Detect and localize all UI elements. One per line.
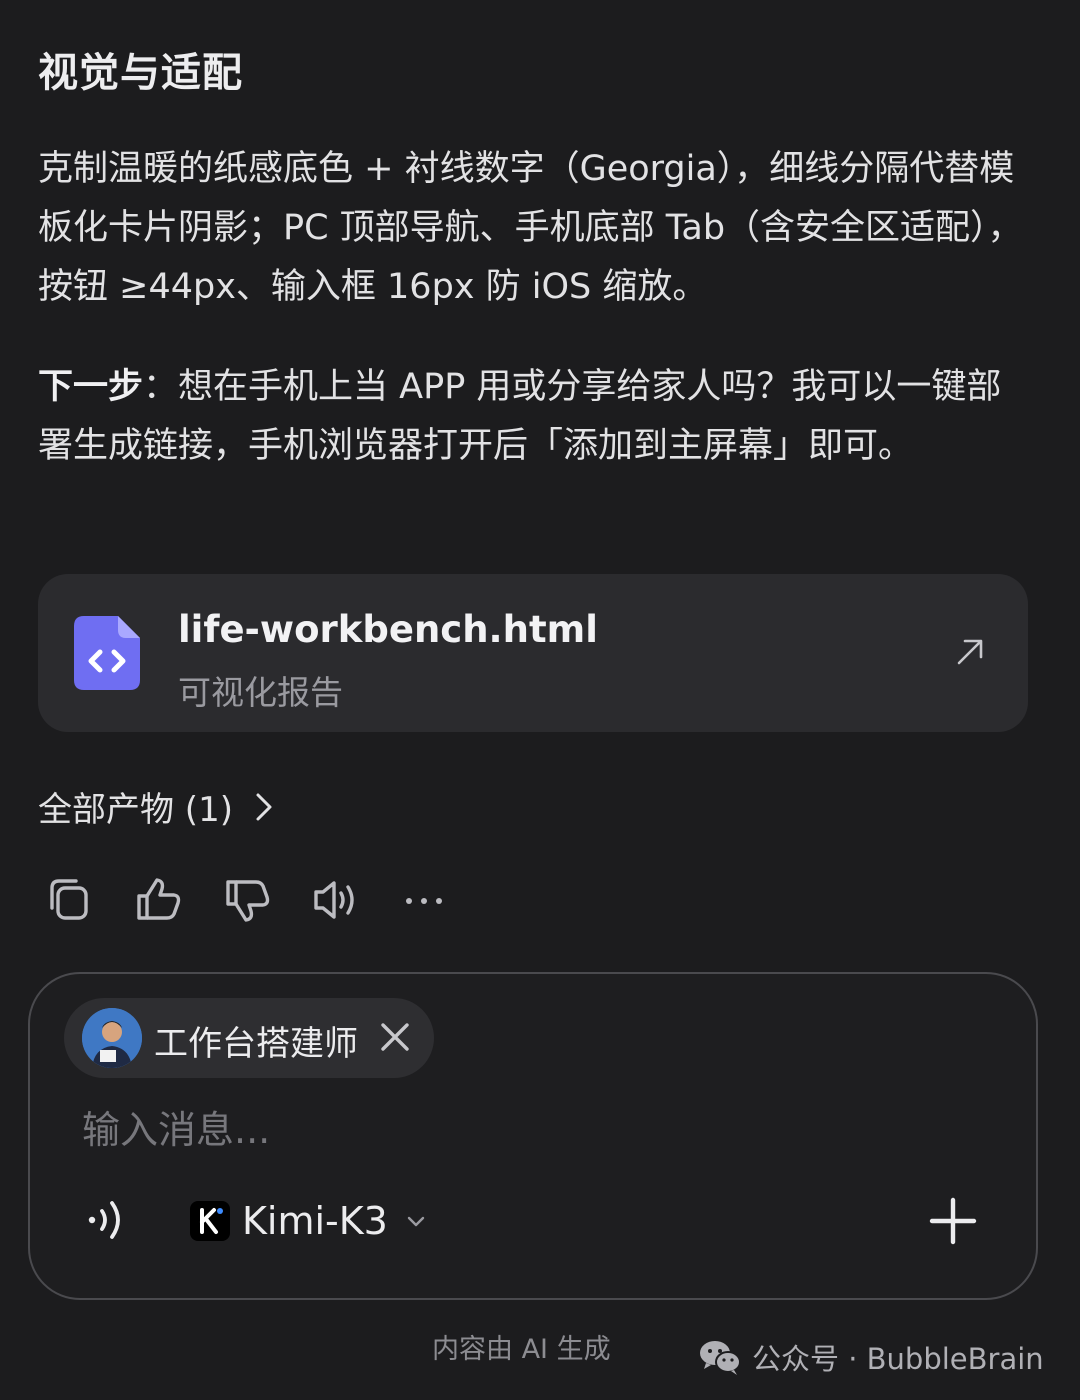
watermark: 公众号 · BubbleBrain [698, 1336, 1044, 1378]
all-artifacts-label: 全部产物 (1) [38, 790, 233, 830]
message-input[interactable] [82, 1098, 962, 1162]
next-step-paragraph: 下一步：想在手机上当 APP 用或分享给家人吗？我可以一键部署生成链接，手机浏览… [38, 358, 1028, 476]
agent-name: 工作台搭建师 [154, 1024, 358, 1064]
all-artifacts-link[interactable]: 全部产物 (1) [38, 782, 275, 831]
ai-generated-note: 内容由 AI 生成 [432, 1334, 611, 1365]
voice-icon[interactable] [84, 1194, 130, 1246]
file-card[interactable]: life-workbench.html 可视化报告 [38, 574, 1028, 732]
composer: 工作台搭建师 Kimi-K3 [28, 972, 1038, 1300]
description-paragraph: 克制温暖的纸感底色 + 衬线数字（Georgia），细线分隔代替模板化卡片阴影；… [38, 149, 1023, 307]
next-step-text: ：想在手机上当 APP 用或分享给家人吗？我可以一键部署生成链接，手机浏览器打开… [38, 367, 1002, 466]
file-name: life-workbench.html [178, 608, 598, 651]
file-subtitle: 可视化报告 [178, 673, 343, 712]
plus-icon[interactable] [928, 1196, 978, 1246]
section-heading: 视觉与适配 [38, 50, 243, 96]
close-icon[interactable] [378, 1020, 412, 1054]
thumbs-up-icon[interactable] [133, 874, 185, 926]
wechat-icon [700, 1341, 741, 1375]
open-arrow-icon[interactable] [954, 636, 986, 668]
copy-icon[interactable] [44, 874, 96, 926]
watermark-text: 公众号 · BubbleBrain [752, 1342, 1044, 1376]
thumbs-down-icon[interactable] [222, 874, 274, 926]
agent-chip[interactable]: 工作台搭建师 [64, 998, 434, 1078]
model-selector[interactable]: Kimi-K3 [190, 1194, 426, 1248]
code-file-icon [74, 616, 140, 690]
kimi-logo-icon [190, 1201, 230, 1241]
more-icon[interactable] [398, 874, 450, 926]
next-step-label: 下一步 [38, 367, 144, 407]
model-name: Kimi-K3 [242, 1199, 388, 1243]
avatar [82, 1008, 142, 1068]
chevron-right-icon [256, 793, 272, 820]
chevron-down-icon [407, 1216, 425, 1227]
speaker-icon[interactable] [310, 874, 362, 926]
